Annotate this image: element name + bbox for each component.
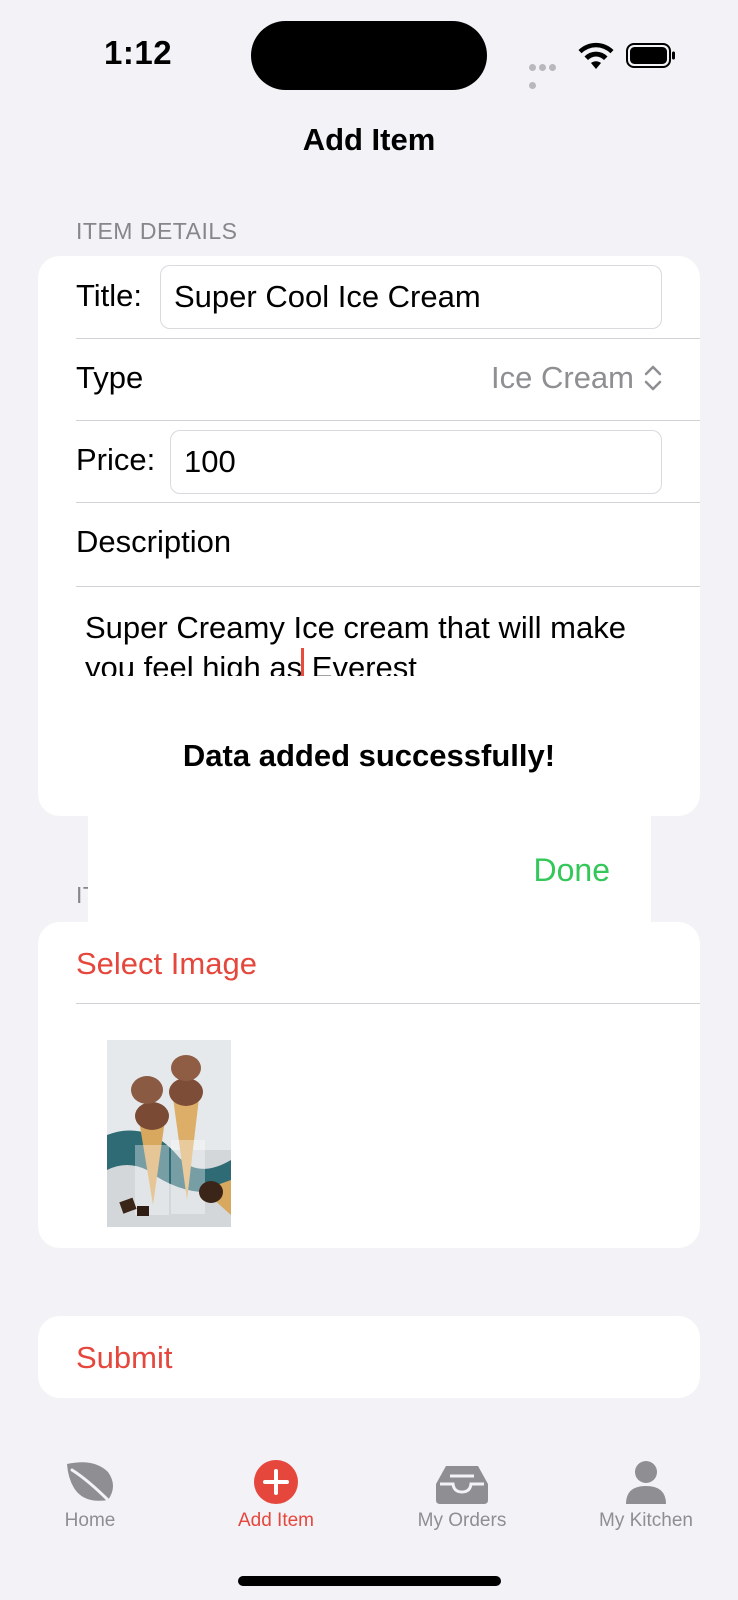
wifi-icon [578,42,614,69]
description-line-2: you feel high as Everest [85,648,685,676]
type-picker[interactable]: Ice Cream [491,360,662,396]
status-time: 1:12 [104,34,173,71]
divider [76,420,700,421]
leaf-icon [67,1462,113,1504]
plus-circle-icon [254,1460,298,1504]
person-icon [626,1461,666,1504]
title-input[interactable]: Super Cool Ice Cream [160,265,662,329]
item-details-card: Title: Super Cool Ice Cream Type Ice Cre… [38,256,700,816]
submit-button[interactable]: Submit [76,1340,172,1376]
submit-card: Submit [38,1316,700,1398]
alert-message: Data added successfully! [182,738,556,773]
description-textarea[interactable]: Super Creamy Ice cream that will make yo… [85,608,685,676]
tab-label-my-orders: My Orders [417,1510,507,1531]
type-picker-value: Ice Cream [491,360,634,395]
price-input[interactable]: 100 [170,430,662,494]
tray-icon [436,1466,488,1504]
ice-cream-thumbnail[interactable] [107,1040,231,1227]
divider [76,586,700,587]
page-title: Add Item [302,122,436,157]
done-button[interactable]: Done [534,852,611,889]
price-label: Price: [76,442,156,477]
description-text-before-caret: you feel high as [85,650,303,676]
tab-add-item[interactable]: Add Item [186,1456,366,1532]
item-details-header: ITEM DETAILS [76,218,238,244]
description-line-1: Super Creamy Ice cream that will make [85,610,626,645]
tab-label-my-kitchen: My Kitchen [599,1510,693,1531]
tab-my-orders[interactable]: My Orders [372,1456,552,1532]
tab-home[interactable]: Home [0,1456,180,1532]
title-input-value: Super Cool Ice Cream [174,279,481,314]
cellular-signal-icon [529,58,567,89]
tab-label-add-item: Add Item [237,1510,315,1531]
battery-icon [626,43,675,68]
divider [76,1003,700,1004]
select-image-button[interactable]: Select Image [76,946,257,982]
chevron-up-down-icon [644,365,662,391]
description-label: Description [76,524,232,559]
divider [76,338,700,339]
tab-label-home: Home [64,1510,116,1531]
text-caret [301,648,305,676]
type-label: Type [76,360,144,395]
title-label: Title: [76,278,143,313]
description-text-after-caret: Everest [311,650,417,676]
home-indicator [238,1576,501,1586]
divider [76,502,700,503]
dynamic-island [251,21,487,90]
tab-my-kitchen[interactable]: My Kitchen [556,1456,736,1532]
price-input-value: 100 [184,444,236,479]
